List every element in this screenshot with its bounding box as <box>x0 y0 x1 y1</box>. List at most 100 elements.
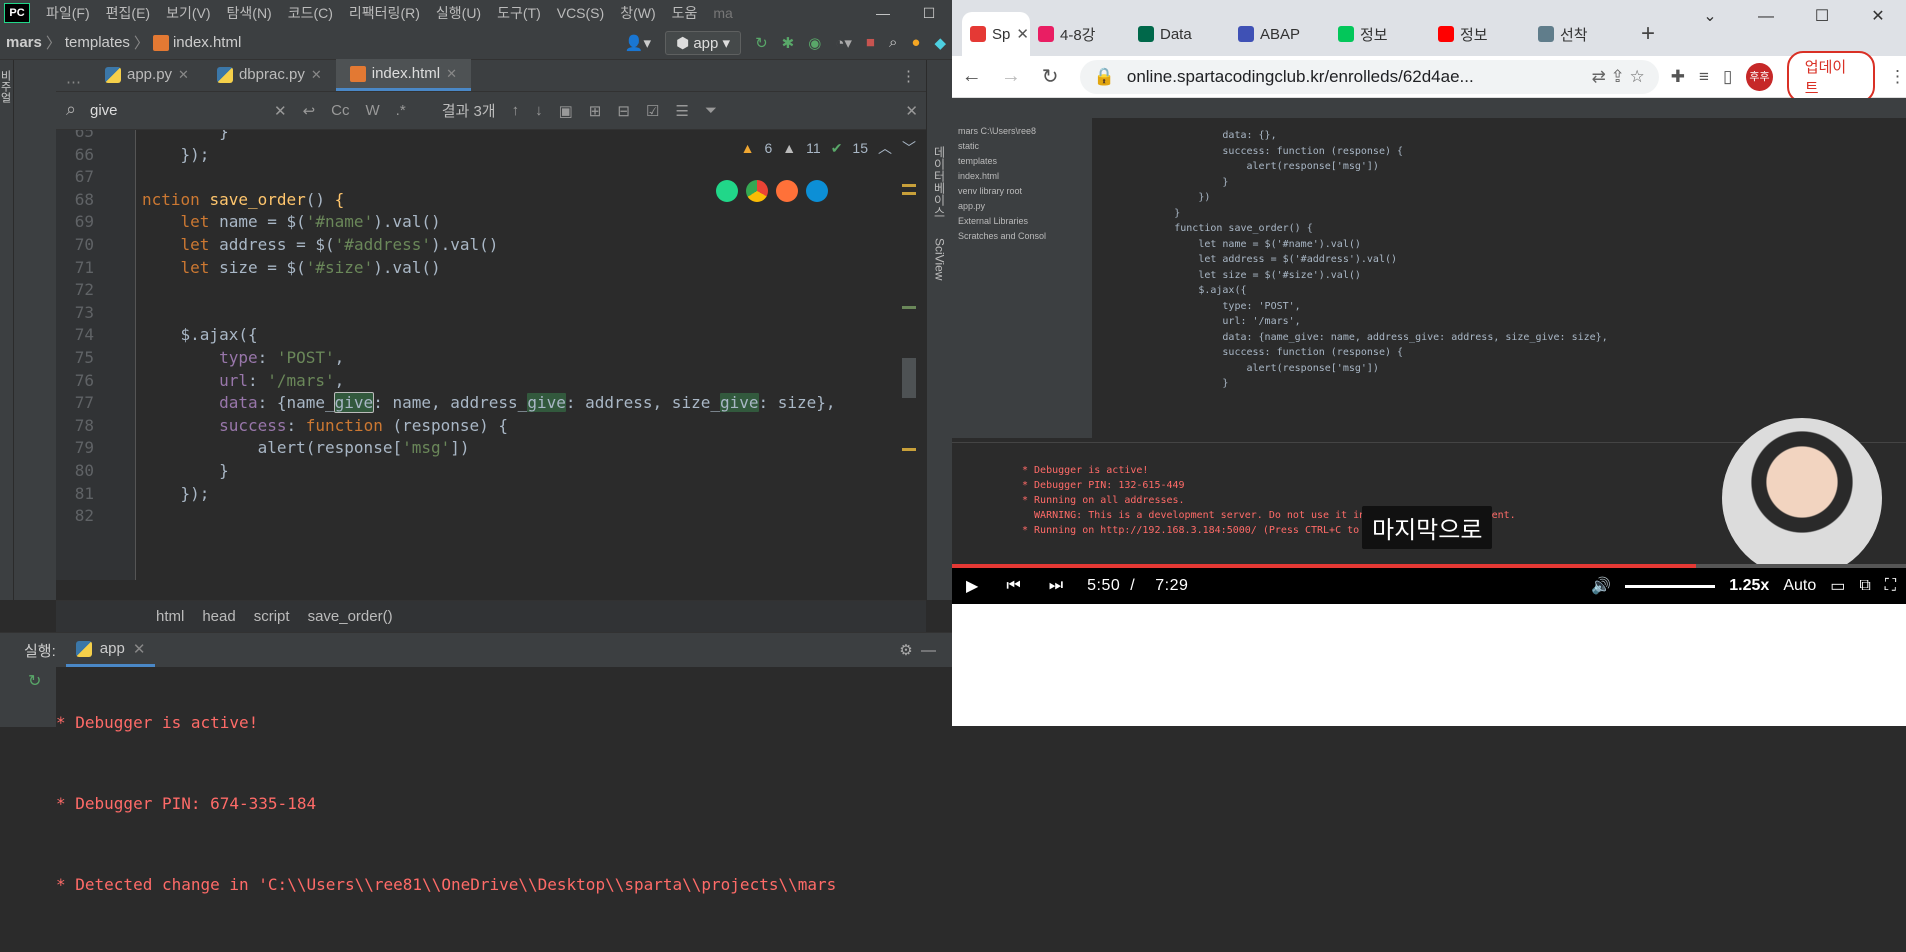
browser-tab[interactable]: 정보 <box>1330 12 1430 56</box>
chrome-icon[interactable] <box>746 180 768 202</box>
more-icon[interactable]: ⋮ <box>891 67 926 91</box>
avatar[interactable]: 후후 <box>1746 62 1773 91</box>
browser-tab[interactable]: 정보 <box>1430 12 1530 56</box>
menu-run[interactable]: 실행(U) <box>428 3 489 23</box>
run-tab-app[interactable]: app ✕ <box>65 633 156 667</box>
code-editor[interactable]: 65 } 66 }); 67 68 nction save_order() {69 le… <box>56 130 926 580</box>
next-icon[interactable]: ⏭ <box>1035 577 1077 595</box>
menu-refactor[interactable]: 리팩터링(R) <box>341 3 428 23</box>
user-icon[interactable]: 👤▾ <box>625 34 651 52</box>
tab-app-py[interactable]: app.py ✕ <box>91 59 203 91</box>
menu-tools[interactable]: 도구(T) <box>489 3 549 23</box>
match-case-toggle[interactable]: Cc <box>323 102 357 119</box>
browser-tab[interactable]: Sp ✕ <box>962 12 1030 56</box>
close-icon[interactable]: ✕ <box>178 59 189 91</box>
forward-icon[interactable]: → <box>991 65 1030 88</box>
clear-icon[interactable]: ✕ <box>266 102 295 120</box>
arrow-up-icon[interactable]: ↑ <box>504 102 528 119</box>
nav-folder[interactable]: templates <box>61 34 134 51</box>
minimize-icon[interactable]: — <box>1738 0 1794 34</box>
chevron-up-icon[interactable]: ︿ <box>878 138 892 158</box>
menu-navigate[interactable]: 탐색(N) <box>219 3 280 23</box>
volume-icon[interactable]: 🔊 <box>1591 576 1611 596</box>
add-occurrence-icon[interactable]: ⊞ <box>581 102 610 120</box>
minimize-icon[interactable]: — <box>860 5 906 22</box>
search-input[interactable]: give <box>56 99 266 120</box>
tabs-menu-icon[interactable]: ⋯ <box>56 73 91 91</box>
close-icon[interactable]: ✕ <box>133 640 146 658</box>
back-icon[interactable]: ← <box>952 65 991 88</box>
edge-icon[interactable] <box>806 180 828 202</box>
fullscreen-icon[interactable]: ⛶ <box>1885 577 1896 595</box>
menu-window[interactable]: 창(W) <box>612 3 663 23</box>
gear-icon[interactable]: ⚙ — <box>899 641 952 659</box>
new-tab-button[interactable]: + <box>1630 12 1666 56</box>
reload-icon[interactable]: ↻ <box>1030 64 1069 89</box>
menu-edit[interactable]: 편집(E) <box>98 3 158 23</box>
captions-icon[interactable]: ▭ <box>1830 576 1845 596</box>
breadcrumb-script[interactable]: script <box>254 608 308 625</box>
menu-code[interactable]: 코드(C) <box>280 3 341 23</box>
inspection-widget[interactable]: ▲ 6 ▲ 11 ✔ 15 ︿ ﹀ <box>741 138 916 158</box>
translate-icon[interactable]: ⇄ ⇪ ☆ <box>1592 67 1659 87</box>
tab-dbprac-py[interactable]: dbprac.py ✕ <box>203 59 336 91</box>
pycharm-browser-icon[interactable] <box>716 180 738 202</box>
maximize-icon[interactable]: ☐ <box>1794 0 1850 34</box>
play-icon[interactable]: ▶ <box>952 576 992 596</box>
browser-tab[interactable]: Data <box>1130 12 1230 56</box>
database-tool[interactable]: 데이터베이스 <box>931 146 948 218</box>
video-player[interactable]: mars C:\Users\ree8 static templates inde… <box>952 98 1906 604</box>
menu-view[interactable]: 보기(V) <box>158 3 218 23</box>
scrollbar-markers[interactable] <box>902 130 918 580</box>
words-toggle[interactable]: W <box>358 102 388 119</box>
plugin-icon[interactable]: ◆ <box>934 34 946 52</box>
more-icon[interactable]: ⋮ <box>1889 67 1906 87</box>
close-icon[interactable]: ✕ <box>446 58 457 90</box>
close-icon[interactable]: ✕ <box>311 59 322 91</box>
sciview-tool[interactable]: SciView <box>933 238 947 280</box>
tab-index-html[interactable]: index.html ✕ <box>335 58 472 91</box>
breadcrumb-function[interactable]: save_order() <box>308 608 411 625</box>
menu-help[interactable]: 도움 <box>664 3 706 23</box>
close-icon[interactable]: ✕ <box>1016 25 1029 43</box>
breadcrumb-head[interactable]: head <box>202 608 253 625</box>
update-icon[interactable]: ● <box>911 34 920 51</box>
media-icon[interactable]: ≡ <box>1699 67 1709 87</box>
left-tool-label[interactable]: 비주얼 <box>0 60 14 600</box>
speed-button[interactable]: 1.25x <box>1729 577 1769 595</box>
menu-file[interactable]: 파일(F) <box>38 3 98 23</box>
sidepanel-icon[interactable]: ▯ <box>1723 67 1732 87</box>
browser-tab[interactable]: 선착 <box>1530 12 1630 56</box>
menu-vcs[interactable]: VCS(S) <box>549 5 612 21</box>
update-button[interactable]: 업데이트 <box>1786 50 1875 103</box>
close-icon[interactable]: ✕ <box>1850 0 1906 34</box>
filter-icon[interactable]: ⏷ <box>697 102 725 119</box>
stop-icon[interactable]: ■ <box>866 34 875 51</box>
coverage-icon[interactable]: ◉ <box>808 34 821 52</box>
run-config-select[interactable]: ⬢ app ▾ <box>665 30 742 55</box>
pip-icon[interactable]: ⧉ <box>1859 577 1870 595</box>
arrow-down-icon[interactable]: ↓ <box>527 102 551 119</box>
address-bar[interactable]: 🔒 online.spartacodingclub.kr/enrolleds/6… <box>1079 59 1659 94</box>
search-everywhere-icon[interactable]: ⌕ <box>889 34 897 51</box>
maximize-icon[interactable]: ☐ <box>906 5 952 22</box>
select-all-icon[interactable]: ☑ <box>638 102 667 120</box>
extensions-icon[interactable]: ✚ <box>1671 67 1685 87</box>
browser-tab[interactable]: ABAP <box>1230 12 1330 56</box>
regex-toggle[interactable]: .* <box>388 102 414 119</box>
breadcrumb-html[interactable]: html <box>156 608 202 625</box>
nav-project[interactable]: mars <box>0 34 46 51</box>
volume-slider[interactable] <box>1625 584 1716 588</box>
quality-button[interactable]: Auto <box>1783 577 1816 595</box>
new-line-icon[interactable]: ↩ <box>295 102 324 120</box>
debug-icon[interactable]: ✱ <box>782 34 795 52</box>
rerun-icon[interactable]: ↻ <box>755 34 768 52</box>
filter-options-icon[interactable]: ☰ <box>667 102 696 120</box>
rerun-icon[interactable]: ↻ <box>0 667 56 691</box>
browser-tab[interactable]: 4-8강 <box>1030 12 1130 56</box>
firefox-icon[interactable] <box>776 180 798 202</box>
nav-file[interactable]: index.html <box>169 34 245 51</box>
previous-icon[interactable]: ⏮ <box>992 577 1034 595</box>
remove-occurrence-icon[interactable]: ⊟ <box>609 102 638 120</box>
open-in-window-icon[interactable]: ▣ <box>551 102 581 120</box>
